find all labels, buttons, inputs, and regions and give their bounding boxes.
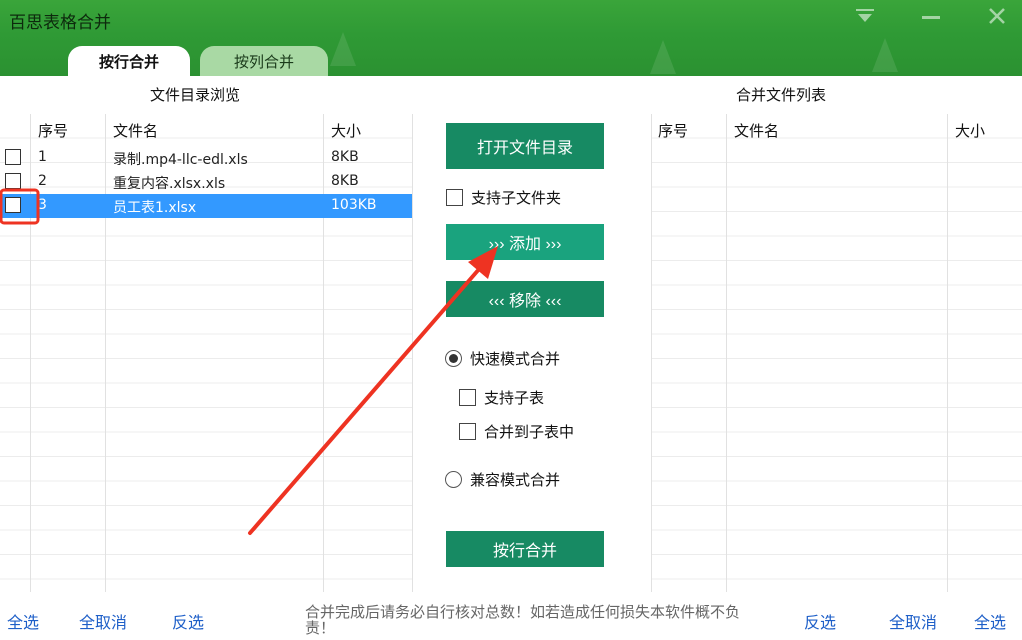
arrow-shaft xyxy=(248,266,482,535)
annotation-overlay xyxy=(0,188,498,535)
highlight-box xyxy=(0,188,40,225)
app-window: 百思表格合并 按行合并 按列合并 文件目录浏览 序号 文件名 大小 1 录制.m… xyxy=(0,0,1022,640)
